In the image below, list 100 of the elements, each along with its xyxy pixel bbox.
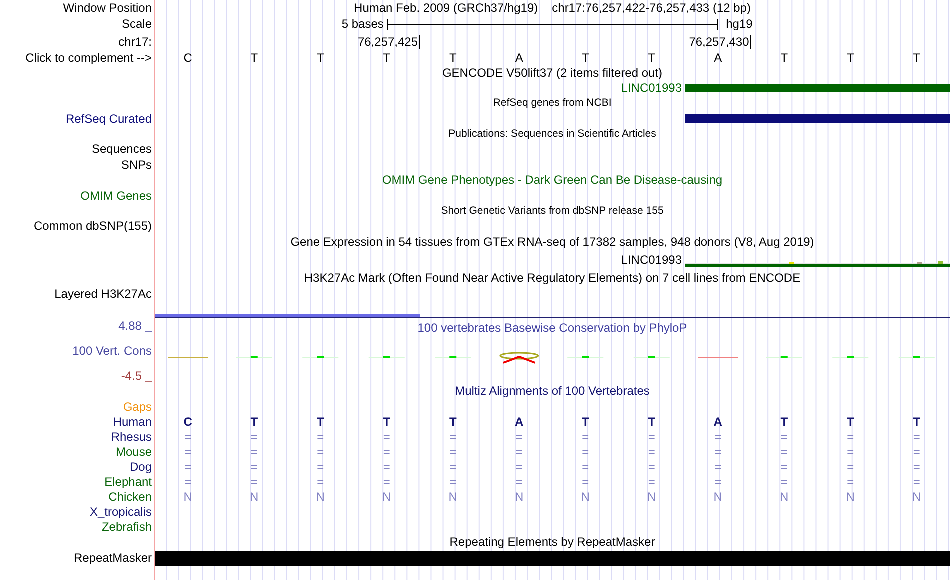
track-label[interactable]: chr17: bbox=[118, 34, 152, 48]
track-title: Repeating Elements by RepeatMasker bbox=[450, 535, 656, 550]
track-label[interactable]: Mouse bbox=[116, 445, 152, 459]
aligned-base: = bbox=[514, 474, 524, 490]
aligned-base: = bbox=[581, 444, 590, 460]
coordinate-tick: 76,257,430 bbox=[420, 35, 752, 49]
base-letter[interactable]: T bbox=[552, 50, 619, 64]
aligned-base: = bbox=[316, 460, 326, 474]
track-label[interactable]: OMIM Genes bbox=[80, 188, 152, 203]
track-label[interactable]: Human bbox=[113, 415, 152, 429]
track-title: Multiz Alignments of 100 Vertebrates bbox=[455, 384, 650, 398]
base-letter[interactable]: T bbox=[751, 50, 818, 64]
aligned-base: = bbox=[780, 460, 789, 474]
track-title: H3K27Ac Mark (Often Found Near Active Regulatory Elements) on 7 cell lines from ENCODE bbox=[304, 271, 801, 286]
aligned-base: = bbox=[316, 444, 326, 460]
base-letter[interactable]: A bbox=[486, 50, 552, 64]
base-letter[interactable]: T bbox=[618, 50, 685, 64]
track-label[interactable]: Window Position bbox=[63, 0, 152, 14]
aligned-base: T bbox=[382, 414, 392, 430]
track-caption: Publications: Sequences in Scientific Articles bbox=[448, 128, 656, 140]
aligned-base: = bbox=[448, 444, 458, 460]
track-label[interactable]: Elephant bbox=[104, 475, 152, 489]
aligned-base: = bbox=[184, 460, 193, 474]
aligned-base: = bbox=[184, 444, 193, 460]
aligned-base: = bbox=[448, 430, 458, 444]
track-label[interactable]: SNPs bbox=[121, 158, 152, 172]
base-letter[interactable]: T bbox=[354, 50, 420, 64]
aligned-base: = bbox=[514, 444, 524, 460]
track-label[interactable]: Dog bbox=[130, 460, 152, 474]
aligned-base: = bbox=[184, 474, 193, 490]
track-label[interactable]: Layered H3K27Ac bbox=[54, 286, 152, 301]
aligned-base: = bbox=[647, 474, 656, 490]
aligned-base: N bbox=[182, 490, 194, 504]
aligned-base: = bbox=[382, 460, 392, 474]
axis-max-label: 4.88 _ bbox=[118, 318, 152, 332]
aligned-base: T bbox=[647, 414, 657, 430]
aligned-base: = bbox=[912, 460, 922, 474]
track-title: OMIM Gene Phenotypes - Dark Green Can Be Disease-causing bbox=[382, 173, 723, 188]
gene-name[interactable]: LINC01993 bbox=[155, 248, 685, 270]
track-title: Gene Expression in 54 tissues from GTEx RNA-seq of 17382 samples, 948 donors (V8, Aug 2019) bbox=[290, 234, 814, 249]
aligned-base: N bbox=[646, 490, 658, 504]
base-letter[interactable]: A bbox=[685, 50, 752, 64]
aligned-base: = bbox=[714, 474, 723, 490]
aligned-base: = bbox=[846, 444, 856, 460]
aligned-base: = bbox=[250, 430, 259, 444]
aligned-base: = bbox=[250, 460, 259, 474]
track-title: 100 vertebrates Basewise Conservation by PhyloP bbox=[418, 320, 688, 334]
base-letter[interactable]: T bbox=[288, 50, 354, 64]
aligned-base: N bbox=[382, 490, 392, 504]
base-letter[interactable]: T bbox=[420, 50, 486, 64]
aligned-base: = bbox=[514, 430, 524, 444]
track-label[interactable]: RefSeq Curated bbox=[66, 112, 152, 126]
base-letter[interactable]: T bbox=[221, 50, 288, 64]
aligned-base: T bbox=[912, 414, 922, 430]
track-caption: RefSeq genes from NCBI bbox=[493, 97, 612, 109]
track-label[interactable]: Common dbSNP(155) bbox=[34, 219, 152, 234]
track-label[interactable]: Scale bbox=[122, 17, 152, 31]
position-range: chr17:76,257,422-76,257,433 (12 bp) bbox=[552, 0, 751, 14]
aligned-base: = bbox=[780, 474, 789, 490]
repeat-bar[interactable] bbox=[155, 550, 950, 566]
aligned-base: = bbox=[846, 460, 856, 474]
track-label[interactable]: RepeatMasker bbox=[74, 551, 152, 565]
aligned-base: = bbox=[647, 444, 656, 460]
scale-length: 5 bases bbox=[340, 17, 385, 31]
aligned-base: = bbox=[846, 474, 856, 490]
track-label[interactable]: Sequences bbox=[92, 142, 152, 156]
aligned-base: C bbox=[182, 414, 194, 430]
aligned-base: N bbox=[779, 490, 790, 504]
aligned-base: = bbox=[184, 430, 193, 444]
aligned-base: = bbox=[647, 460, 656, 474]
base-letter[interactable]: T bbox=[884, 50, 950, 64]
track-label[interactable]: Rhesus bbox=[111, 430, 152, 444]
aligned-base: = bbox=[912, 474, 922, 490]
track-title: GENCODE V50lift37 (2 items filtered out) bbox=[442, 66, 663, 80]
aligned-base: N bbox=[580, 490, 591, 504]
track-label[interactable]: X_tropicalis bbox=[90, 505, 152, 519]
aligned-base: = bbox=[250, 474, 259, 490]
assembly-label: hg19 bbox=[725, 17, 754, 31]
aligned-base: = bbox=[714, 460, 723, 474]
aligned-base: = bbox=[382, 444, 392, 460]
gene-name[interactable]: LINC01993 bbox=[155, 81, 685, 95]
aligned-base: = bbox=[912, 430, 922, 444]
aligned-base: = bbox=[912, 444, 922, 460]
aligned-base: N bbox=[845, 490, 856, 504]
aligned-base: T bbox=[580, 414, 590, 430]
aligned-base: = bbox=[382, 474, 392, 490]
aligned-base: N bbox=[514, 490, 525, 504]
base-letter[interactable]: C bbox=[155, 50, 222, 64]
aligned-base: = bbox=[714, 430, 723, 444]
aligned-base: = bbox=[448, 460, 458, 474]
axis-min-label: -4.5 _ bbox=[121, 368, 152, 382]
track-label[interactable]: Click to complement --> bbox=[26, 50, 152, 64]
aligned-base: T bbox=[780, 414, 790, 430]
aligned-base: T bbox=[250, 414, 260, 430]
track-label[interactable]: Zebrafish bbox=[102, 520, 152, 534]
track-label[interactable]: Chicken bbox=[108, 490, 152, 504]
track-label[interactable]: 100 Vert. Cons bbox=[72, 344, 152, 358]
base-letter[interactable]: T bbox=[818, 50, 884, 64]
assembly-name: Human Feb. 2009 (GRCh37/hg19) bbox=[354, 0, 538, 14]
aligned-base: N bbox=[912, 490, 922, 504]
